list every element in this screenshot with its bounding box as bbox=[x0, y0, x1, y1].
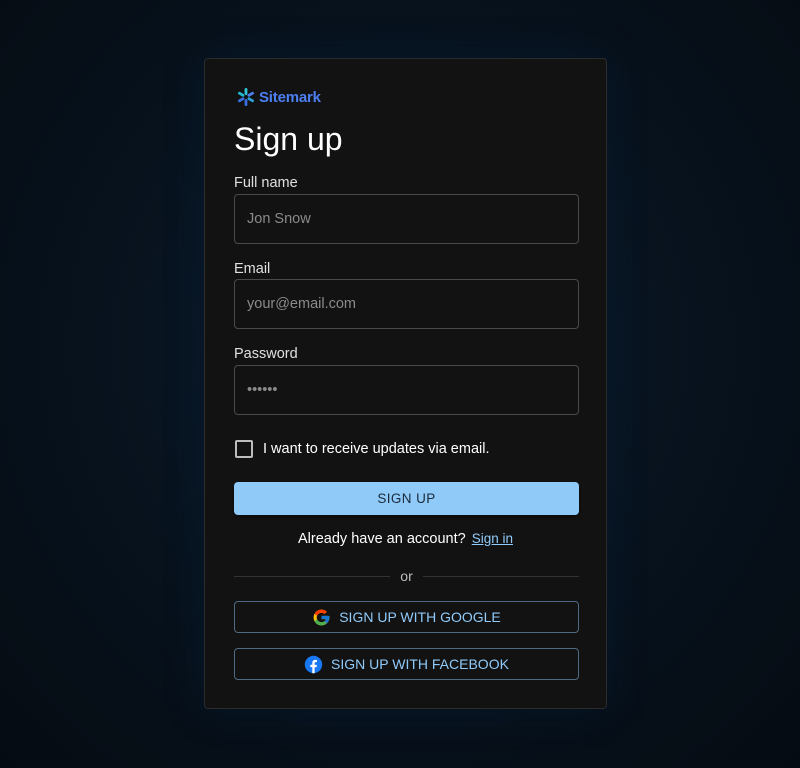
divider-line-right bbox=[422, 575, 580, 577]
signin-prompt-text: Already have an account? bbox=[298, 531, 466, 547]
signin-prompt-row: Already have an account? Sign in bbox=[205, 531, 606, 547]
password-input[interactable] bbox=[234, 365, 579, 415]
password-label: Password bbox=[234, 346, 298, 362]
sign-in-link[interactable]: Sign in bbox=[472, 531, 513, 546]
facebook-icon bbox=[304, 655, 323, 673]
brand-logo: Sitemark bbox=[236, 87, 321, 107]
sign-up-button[interactable]: SIGN UP bbox=[234, 482, 579, 515]
email-input[interactable] bbox=[234, 279, 579, 329]
updates-checkbox-label: I want to receive updates via email. bbox=[263, 441, 490, 457]
divider-text: or bbox=[400, 568, 413, 584]
google-icon bbox=[313, 609, 330, 625]
divider-line-left bbox=[234, 575, 391, 577]
sitemark-logo-icon bbox=[238, 88, 254, 106]
facebook-button-label: SIGN UP WITH FACEBOOK bbox=[331, 656, 509, 672]
or-divider: or bbox=[234, 567, 580, 585]
brand-name: Sitemark bbox=[259, 88, 321, 106]
signup-card: Sitemark Sign up Full name Email Passwor… bbox=[204, 58, 607, 709]
google-button-label: SIGN UP WITH GOOGLE bbox=[339, 609, 501, 625]
full-name-label: Full name bbox=[234, 175, 298, 191]
full-name-input[interactable] bbox=[234, 194, 579, 244]
updates-checkbox[interactable] bbox=[235, 440, 253, 458]
sign-up-facebook-button[interactable]: SIGN UP WITH FACEBOOK bbox=[234, 648, 579, 680]
updates-checkbox-row[interactable]: I want to receive updates via email. bbox=[234, 440, 489, 458]
page-title: Sign up bbox=[234, 121, 343, 157]
email-label: Email bbox=[234, 261, 271, 277]
sign-up-google-button[interactable]: SIGN UP WITH GOOGLE bbox=[234, 601, 579, 633]
